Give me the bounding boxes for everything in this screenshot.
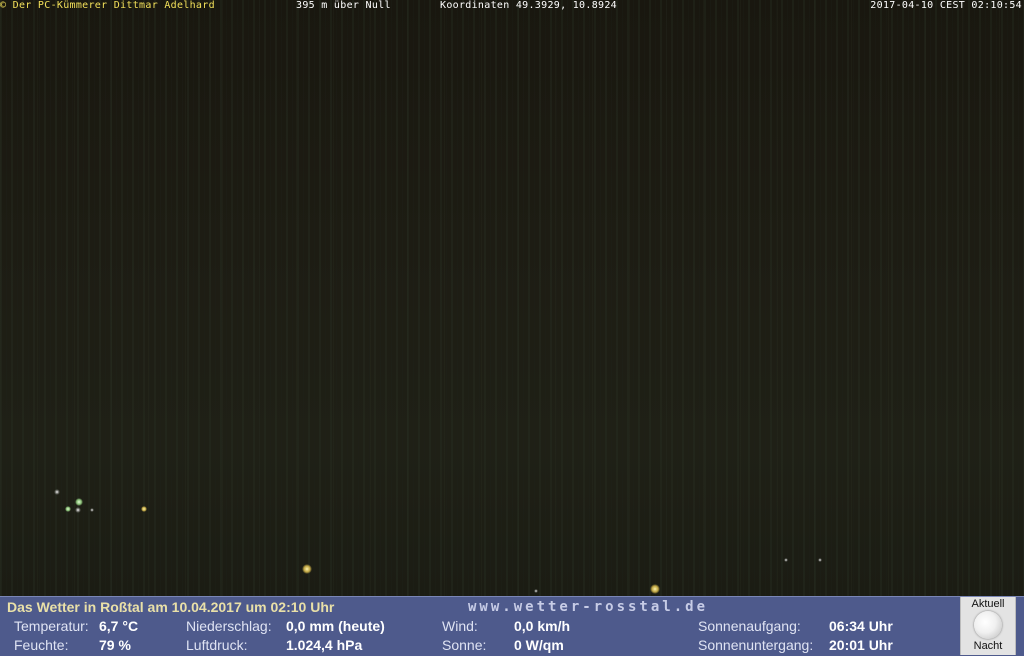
- wind-label: Wind:: [442, 618, 478, 634]
- temperature-value: 6,7 °C: [99, 618, 139, 634]
- sun-label: Sonne:: [442, 637, 487, 653]
- webcam-night-image: [0, 0, 1024, 596]
- sunset-value: 20:01 Uhr: [829, 637, 893, 653]
- sunset-label: Sonnenuntergang:: [698, 637, 814, 653]
- humidity-value: 79 %: [99, 637, 131, 653]
- coordinates-text: Koordinaten 49.3929, 10.8924: [440, 0, 617, 11]
- weather-panel: Das Wetter in Roßtal am 10.04.2017 um 02…: [0, 596, 1024, 656]
- camera-overlay: © Der PC-Kümmerer Dittmar Adelhard 395 m…: [0, 0, 1024, 11]
- distant-light: [75, 507, 81, 513]
- moon-top-label: Aktuell: [971, 598, 1005, 610]
- street-light: [650, 584, 660, 594]
- distant-light: [54, 489, 60, 495]
- distant-light: [65, 506, 71, 512]
- sunrise-value: 06:34 Uhr: [829, 618, 893, 634]
- altitude-text: 395 m über Null: [296, 0, 391, 11]
- precipitation-value: 0,0 mm (heute): [286, 618, 385, 634]
- street-light: [302, 564, 312, 574]
- distant-light: [75, 498, 83, 506]
- timestamp-text: 2017-04-10 CEST 02:10:54: [870, 0, 1022, 11]
- pressure-label: Luftdruck:: [186, 637, 248, 653]
- moon-icon: [974, 611, 1002, 639]
- distant-light: [90, 508, 94, 512]
- moon-phase-box: Aktuell Nacht: [960, 597, 1016, 655]
- sunrise-label: Sonnenaufgang:: [698, 618, 801, 634]
- wind-value: 0,0 km/h: [514, 618, 571, 634]
- distant-light: [534, 589, 538, 593]
- humidity-label: Feuchte:: [14, 637, 69, 653]
- website-url: www.wetter-rosstal.de: [468, 599, 709, 615]
- weather-headline: Das Wetter in Roßtal am 10.04.2017 um 02…: [7, 599, 335, 615]
- scene-lights: [54, 489, 822, 594]
- distant-light: [784, 558, 788, 562]
- temperature-label: Temperatur:: [14, 618, 89, 634]
- distant-light: [818, 558, 822, 562]
- pressure-value: 1.024,4 hPa: [286, 637, 363, 653]
- moon-bottom-label: Nacht: [973, 640, 1003, 652]
- sun-value: 0 W/qm: [514, 637, 564, 653]
- precipitation-label: Niederschlag:: [186, 618, 272, 634]
- distant-light: [141, 506, 147, 512]
- copyright-text: © Der PC-Kümmerer Dittmar Adelhard: [0, 0, 215, 11]
